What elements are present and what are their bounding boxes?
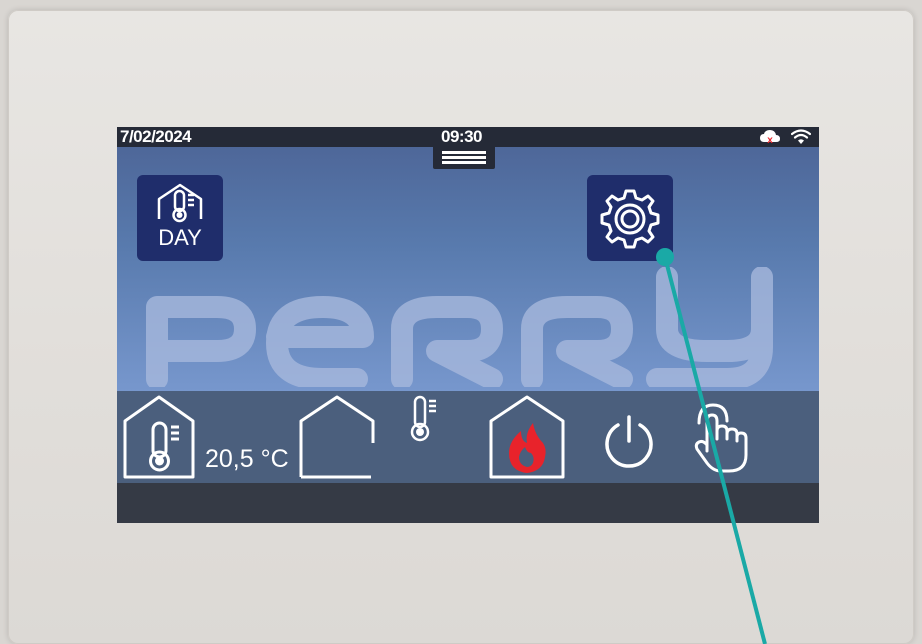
thermometer-icon[interactable] (409, 395, 441, 443)
status-bar: 7/02/2024 09:30 x (117, 127, 819, 147)
room-temperature: 20,5 °C (205, 445, 289, 473)
power-icon[interactable] (601, 413, 657, 469)
house-thermometer-icon[interactable] (121, 393, 205, 481)
footer-bar (117, 483, 819, 523)
touch-hand-icon[interactable] (689, 399, 755, 475)
settings-button[interactable] (587, 175, 673, 261)
time-display: 09:30 (441, 127, 482, 146)
house-outline-icon[interactable] (297, 393, 381, 481)
house-flame-icon[interactable] (487, 393, 571, 481)
perry-logo (146, 267, 773, 387)
svg-text:x: x (767, 135, 773, 145)
gear-icon (600, 189, 660, 249)
touch-screen: DAY 7/02/2024 09:30 x 20,5 °C (117, 127, 819, 523)
bottom-bar: 20,5 °C (117, 391, 819, 483)
main-area: DAY (117, 147, 819, 391)
menu-handle[interactable] (433, 147, 495, 169)
cloud-alert-icon: x (760, 130, 780, 145)
date-display: 7/02/2024 (120, 127, 192, 146)
day-mode-button[interactable]: DAY (137, 175, 223, 261)
wifi-icon (791, 129, 811, 144)
day-mode-label: DAY (158, 225, 202, 250)
